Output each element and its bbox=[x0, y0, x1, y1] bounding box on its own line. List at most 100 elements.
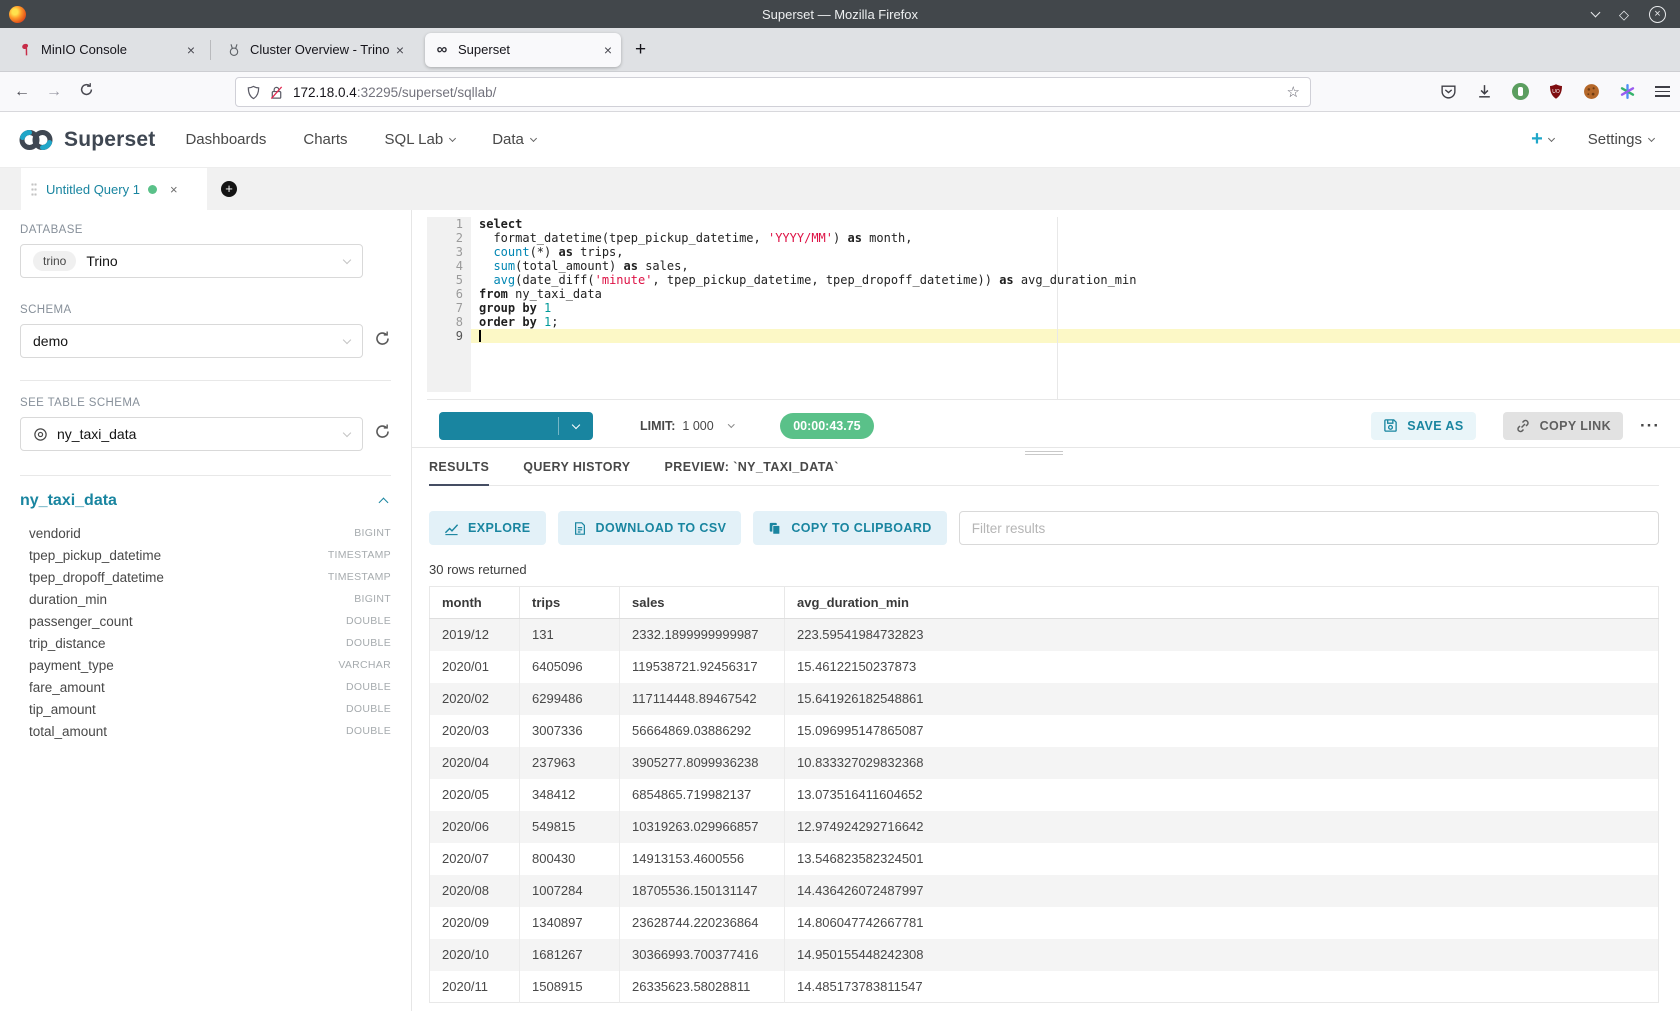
editor-code[interactable]: select format_datetime(tpep_pickup_datet… bbox=[479, 217, 1680, 343]
query-tab-close-icon[interactable]: × bbox=[170, 182, 178, 197]
code-line[interactable]: from ny_taxi_data bbox=[479, 287, 1680, 301]
filter-results-input[interactable] bbox=[959, 511, 1659, 545]
download-csv-button[interactable]: DOWNLOAD TO CSV bbox=[558, 511, 742, 545]
add-query-tab-button[interactable]: + bbox=[207, 168, 251, 210]
column-row[interactable]: tpep_dropoff_datetimeTIMESTAMP bbox=[20, 566, 391, 588]
table-row[interactable]: 2020/03300733656664869.0388629215.096995… bbox=[430, 715, 1659, 747]
table-row[interactable]: 2020/08100728418705536.15013114714.43642… bbox=[430, 875, 1659, 907]
nav-data[interactable]: Data bbox=[492, 131, 536, 148]
column-header[interactable]: sales bbox=[620, 587, 785, 619]
code-line[interactable]: order by 1; bbox=[479, 315, 1680, 329]
column-row[interactable]: tip_amountDOUBLE bbox=[20, 698, 391, 720]
browser-tab-minio[interactable]: MinIO Console × bbox=[8, 33, 204, 67]
tab-close-icon[interactable]: × bbox=[187, 42, 195, 58]
tab-close-icon[interactable]: × bbox=[396, 42, 404, 58]
menu-icon[interactable] bbox=[1655, 86, 1670, 97]
tab-results[interactable]: RESULTS bbox=[429, 460, 489, 486]
table-row[interactable]: 2019/121312332.1899999999987223.59541984… bbox=[430, 619, 1659, 651]
more-actions-button[interactable]: ··· bbox=[1640, 416, 1660, 436]
lock-disabled-icon[interactable] bbox=[269, 85, 284, 100]
limit-control[interactable]: LIMIT: 1 000 bbox=[640, 419, 733, 433]
database-select[interactable]: trino Trino bbox=[20, 244, 363, 278]
pane-resize-handle[interactable] bbox=[1025, 451, 1063, 455]
nav-dashboards[interactable]: Dashboards bbox=[185, 131, 266, 148]
explore-button[interactable]: EXPLORE bbox=[429, 511, 546, 545]
table-row[interactable]: 2020/10168126730366993.70037741614.95015… bbox=[430, 939, 1659, 971]
table-row[interactable]: 2020/026299486117114448.8946754215.64192… bbox=[430, 683, 1659, 715]
column-row[interactable]: passenger_countDOUBLE bbox=[20, 610, 391, 632]
column-row[interactable]: payment_typeVARCHAR bbox=[20, 654, 391, 676]
copy-link-button[interactable]: COPY LINK bbox=[1503, 412, 1623, 440]
nav-charts[interactable]: Charts bbox=[303, 131, 347, 148]
code-line[interactable] bbox=[479, 329, 1680, 343]
query-tab-active[interactable]: Untitled Query 1 × bbox=[21, 168, 207, 210]
sql-editor-pane: 123456789 select format_datetime(tpep_pi… bbox=[412, 210, 1680, 1011]
save-as-button[interactable]: SAVE AS bbox=[1371, 412, 1475, 440]
window-close-icon[interactable]: × bbox=[1649, 6, 1666, 23]
bookmark-star-icon[interactable]: ☆ bbox=[1287, 83, 1300, 101]
sql-code-editor[interactable]: 123456789 select format_datetime(tpep_pi… bbox=[427, 217, 1680, 400]
url-host: 172.18.0.4 bbox=[293, 85, 357, 100]
column-row[interactable]: tpep_pickup_datetimeTIMESTAMP bbox=[20, 544, 391, 566]
column-row[interactable]: total_amountDOUBLE bbox=[20, 720, 391, 742]
tab-query-history[interactable]: QUERY HISTORY bbox=[523, 460, 630, 486]
extension-green-icon[interactable] bbox=[1512, 83, 1529, 100]
code-line[interactable]: avg(date_diff('minute', tpep_pickup_date… bbox=[479, 273, 1680, 287]
line-number: 4 bbox=[427, 259, 463, 273]
collapse-icon[interactable] bbox=[379, 498, 389, 508]
table-row[interactable]: 2020/0654981510319263.02996685712.974924… bbox=[430, 811, 1659, 843]
column-row[interactable]: fare_amountDOUBLE bbox=[20, 676, 391, 698]
column-header[interactable]: trips bbox=[520, 587, 620, 619]
code-line[interactable]: sum(total_amount) as sales, bbox=[479, 259, 1680, 273]
table-heading[interactable]: ny_taxi_data bbox=[20, 492, 117, 510]
browser-tab-superset[interactable]: ∞ Superset × bbox=[425, 33, 621, 67]
cookie-icon[interactable] bbox=[1583, 83, 1600, 100]
column-header[interactable]: avg_duration_min bbox=[785, 587, 1659, 619]
table-cell: 15.46122150237873 bbox=[785, 651, 1659, 683]
tab-close-icon[interactable]: × bbox=[604, 42, 612, 58]
copy-to-clipboard-button[interactable]: COPY TO CLIPBOARD bbox=[753, 511, 946, 545]
table-row[interactable]: 2020/11150891526335623.5802881114.485173… bbox=[430, 971, 1659, 1003]
forward-button[interactable]: → bbox=[38, 83, 70, 101]
run-button[interactable]: RUN bbox=[439, 412, 593, 440]
table-row[interactable]: 2020/042379633905277.809993623810.833327… bbox=[430, 747, 1659, 779]
reload-button[interactable] bbox=[70, 82, 102, 102]
nav-sql-lab[interactable]: SQL Lab bbox=[385, 131, 456, 148]
refresh-schema-icon[interactable] bbox=[374, 330, 391, 352]
run-options-dropdown[interactable] bbox=[559, 412, 593, 440]
code-line[interactable]: group by 1 bbox=[479, 301, 1680, 315]
back-button[interactable]: ← bbox=[6, 83, 38, 101]
window-minimize-icon[interactable] bbox=[1591, 8, 1601, 18]
table-row[interactable]: 2020/09134089723628744.22023686414.80604… bbox=[430, 907, 1659, 939]
code-line[interactable]: select bbox=[479, 217, 1680, 231]
drag-handle-icon[interactable] bbox=[31, 182, 37, 196]
tab-preview[interactable]: PREVIEW: `NY_TAXI_DATA` bbox=[665, 460, 839, 486]
extension-asterisk-icon[interactable] bbox=[1619, 83, 1636, 100]
add-new-button[interactable]: + bbox=[1531, 128, 1554, 151]
code-line[interactable]: count(*) as trips, bbox=[479, 245, 1680, 259]
url-text[interactable]: 172.18.0.4:32295/superset/sqllab/ bbox=[293, 85, 1287, 100]
brand-name[interactable]: Superset bbox=[64, 128, 155, 152]
schema-select[interactable]: demo bbox=[20, 324, 363, 358]
new-tab-button[interactable]: + bbox=[635, 39, 646, 61]
column-header[interactable]: month bbox=[430, 587, 520, 619]
url-bar[interactable]: 172.18.0.4:32295/superset/sqllab/ ☆ bbox=[235, 77, 1311, 107]
table-select[interactable]: ny_taxi_data bbox=[20, 417, 363, 451]
table-row[interactable]: 2020/0780043014913153.460055613.54682358… bbox=[430, 843, 1659, 875]
code-line[interactable]: format_datetime(tpep_pickup_datetime, 'Y… bbox=[479, 231, 1680, 245]
ublock-icon[interactable]: UO bbox=[1548, 83, 1564, 100]
refresh-table-icon[interactable] bbox=[374, 423, 391, 445]
settings-menu[interactable]: Settings bbox=[1588, 131, 1654, 148]
column-row[interactable]: vendoridBIGINT bbox=[20, 522, 391, 544]
column-row[interactable]: trip_distanceDOUBLE bbox=[20, 632, 391, 654]
shield-icon[interactable] bbox=[246, 85, 261, 100]
chart-icon bbox=[444, 521, 459, 536]
downloads-icon[interactable] bbox=[1476, 83, 1493, 100]
window-maximize-icon[interactable]: ◇ bbox=[1619, 8, 1629, 21]
column-name: tpep_pickup_datetime bbox=[20, 548, 161, 563]
column-row[interactable]: duration_minBIGINT bbox=[20, 588, 391, 610]
pocket-icon[interactable] bbox=[1440, 83, 1457, 100]
table-row[interactable]: 2020/053484126854865.71998213713.0735164… bbox=[430, 779, 1659, 811]
browser-tab-trino[interactable]: Cluster Overview - Trino × bbox=[217, 33, 413, 67]
table-row[interactable]: 2020/016405096119538721.9245631715.46122… bbox=[430, 651, 1659, 683]
